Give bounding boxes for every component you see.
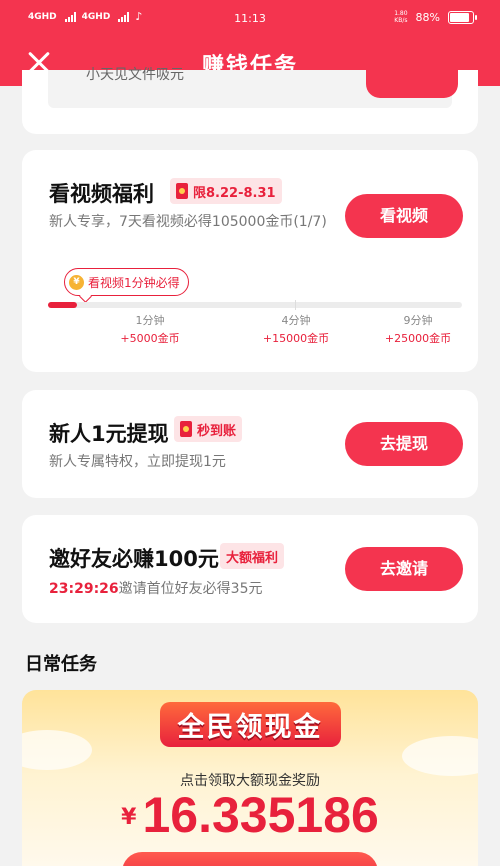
battery-percent: 88% [415, 10, 440, 24]
task-title: 新人1元提现 [49, 422, 169, 446]
task-title: 看视频福利 [49, 182, 154, 206]
red-envelope-icon [180, 421, 192, 437]
task-card-partial: 小天见文件吸元 [22, 67, 478, 134]
red-envelope-icon [176, 183, 188, 199]
task-description: 新人专属特权，立即提现1元 [49, 454, 226, 470]
watch-video-button[interactable]: 看视频 [345, 194, 463, 238]
progress-track [48, 302, 462, 308]
milestone: 9分钟 +25000金币 [384, 314, 452, 345]
claim-cash-button[interactable] [122, 852, 378, 866]
task-description: 新人专享，7天看视频必得105000金币(1/7) [49, 214, 327, 230]
tag-badge: 秒到账 [174, 416, 243, 442]
progress-fill [48, 302, 77, 308]
task-description: 23:29:26邀请首位好友必得35元 [49, 581, 263, 597]
status-bar: 4GHD 4GHD ♪ 11:13 1.80 KB/s 88% [0, 0, 500, 38]
network-speed: 1.80 KB/s [394, 10, 408, 24]
battery-icon [448, 10, 477, 24]
partial-action-button[interactable] [366, 70, 458, 98]
section-title-daily: 日常任务 [25, 654, 97, 675]
partial-text: 小天见文件吸元 [86, 67, 184, 83]
milestone: 4分钟 +15000金币 [262, 314, 330, 345]
invite-button[interactable]: 去邀请 [345, 547, 463, 591]
task-card-invite: 邀好友必赚100元 大额福利 23:29:26邀请首位好友必得35元 去邀请 [22, 515, 478, 623]
task-card-withdraw: 新人1元提现 秒到账 新人专属特权，立即提现1元 去提现 [22, 390, 478, 498]
progress-tick [295, 300, 296, 310]
withdraw-button[interactable]: 去提现 [345, 422, 463, 466]
banner-title: 全民领现金 [22, 702, 478, 747]
currency-symbol: ¥ [121, 805, 137, 830]
coin-icon: ¥ [69, 274, 84, 290]
cash-banner[interactable]: 全民领现金 点击领取大额现金奖励 ¥16.335186 [22, 690, 478, 866]
tag-badge: 限8.22-8.31 [170, 178, 282, 204]
progress-bubble: ¥ 看视频1分钟必得 [64, 268, 189, 296]
countdown-timer: 23:29:26 [49, 581, 119, 597]
tag-badge: 大额福利 [220, 543, 285, 569]
task-title: 邀好友必赚100元 [49, 547, 219, 571]
task-card-watch-video: 看视频福利 限8.22-8.31 新人专享，7天看视频必得105000金币(1/… [22, 150, 478, 372]
cash-amount: ¥16.335186 [121, 787, 379, 843]
milestone: 1分钟 +5000金币 [120, 314, 180, 345]
